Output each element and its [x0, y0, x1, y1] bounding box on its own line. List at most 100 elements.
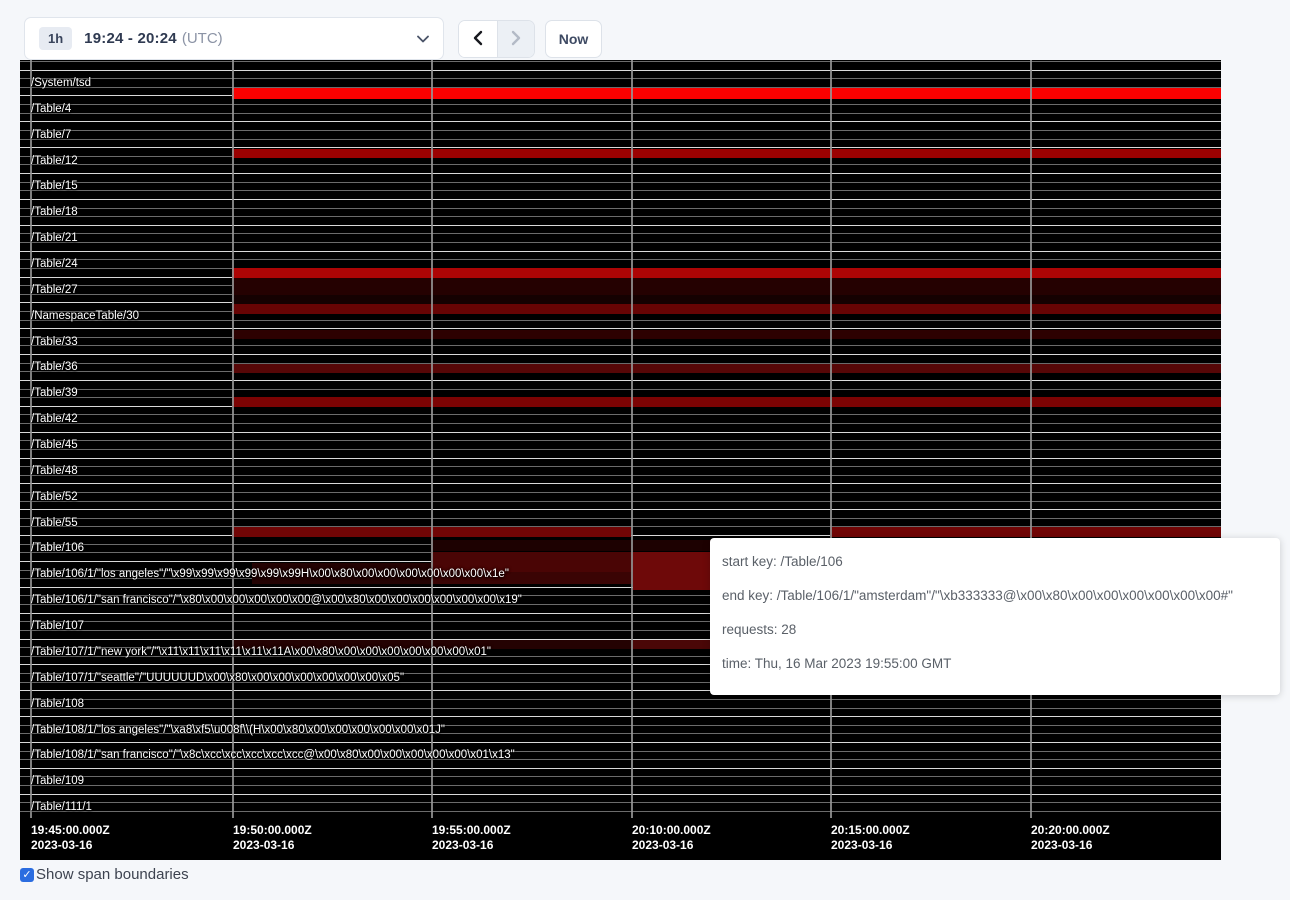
time-gridline — [431, 60, 433, 818]
row-key-label: /Table/108/1/"san francisco"/"\x8c\xcc\x… — [31, 748, 515, 762]
heat-band — [232, 268, 1221, 278]
time-tick-label: 19:50:00.000Z — [233, 823, 312, 837]
span-boundary-line — [20, 466, 1221, 467]
span-boundary-line — [20, 61, 1221, 62]
heatmap-tooltip: start key: /Table/106 end key: /Table/10… — [710, 538, 1280, 695]
time-tick-date: 2023-03-16 — [831, 838, 892, 852]
span-boundary-line — [20, 699, 1221, 700]
span-boundary-line — [20, 251, 1221, 252]
show-span-boundaries-label: Show span boundaries — [36, 866, 189, 883]
span-boundary-line — [20, 389, 1221, 390]
tooltip-start-key: start key: /Table/106 — [722, 545, 1268, 579]
span-boundary-line — [20, 216, 1221, 217]
time-range-badge: 1h — [39, 27, 72, 50]
span-boundary-line — [20, 518, 1221, 519]
heat-band — [232, 278, 1221, 295]
time-range-text: 19:24 - 20:24 — [84, 30, 177, 47]
key-visualizer-heatmap[interactable]: /System/tsd/Table/4/Table/7/Table/12/Tab… — [20, 60, 1221, 860]
row-key-label: /Table/107 — [31, 619, 84, 633]
row-key-label: /Table/18 — [31, 205, 78, 219]
heat-band — [232, 364, 1221, 373]
span-boundary-line — [20, 768, 1221, 769]
span-boundary-line — [20, 794, 1221, 795]
row-key-label: /Table/42 — [31, 412, 78, 426]
span-boundary-line — [20, 475, 1221, 476]
span-boundary-line — [20, 785, 1221, 786]
span-boundary-line — [20, 776, 1221, 777]
row-key-label: /Table/107/1/"seattle"/"UUUUUUD\x00\x80\… — [31, 671, 404, 685]
tooltip-end-key: end key: /Table/106/1/"amsterdam"/"\xb33… — [722, 579, 1268, 613]
time-tick-label: 19:55:00.000Z — [432, 823, 511, 837]
time-tick-date: 2023-03-16 — [233, 838, 294, 852]
time-range-selector[interactable]: 1h 19:24 - 20:24 (UTC) — [24, 17, 444, 60]
span-boundary-line — [20, 113, 1221, 114]
span-boundary-line — [20, 78, 1221, 79]
row-key-label: /Table/12 — [31, 154, 78, 168]
time-gridline — [830, 60, 832, 818]
row-key-label: /Table/106 — [31, 541, 84, 555]
time-tick-date: 2023-03-16 — [432, 838, 493, 852]
span-boundary-line — [20, 432, 1221, 433]
span-boundary-line — [20, 742, 1221, 743]
span-boundary-line — [20, 208, 1221, 209]
span-boundary-line — [20, 501, 1221, 502]
span-boundary-line — [20, 449, 1221, 450]
row-key-label: /Table/21 — [31, 231, 78, 245]
time-nav-group — [458, 20, 535, 58]
row-key-label: /Table/39 — [31, 386, 78, 400]
row-key-label: /Table/7 — [31, 128, 71, 142]
span-boundary-line — [20, 139, 1221, 140]
row-key-label: /Table/15 — [31, 179, 78, 193]
row-key-label: /Table/36 — [31, 360, 78, 374]
row-key-label: /Table/106/1/"san francisco"/"\x80\x00\x… — [31, 593, 522, 607]
show-span-boundaries-checkbox[interactable]: ✓ — [20, 868, 34, 882]
time-tick-label: 20:20:00.000Z — [1031, 823, 1110, 837]
row-key-label: /Table/108/1/"los angeles"/"\xa8\xf5\u00… — [31, 723, 445, 737]
heat-band — [830, 527, 1221, 537]
row-key-label: /Table/52 — [31, 490, 78, 504]
time-gridline — [232, 60, 234, 818]
now-button[interactable]: Now — [545, 20, 602, 58]
time-tick-label: 19:45:00.000Z — [31, 823, 110, 837]
time-tick-label: 20:10:00.000Z — [632, 823, 711, 837]
span-boundary-line — [20, 173, 1221, 174]
prev-time-button[interactable] — [459, 21, 497, 57]
heat-band — [633, 640, 710, 649]
row-key-label: /Table/108 — [31, 697, 84, 711]
time-range-timezone: (UTC) — [182, 30, 223, 47]
span-boundary-line — [20, 802, 1221, 803]
span-boundary-line — [20, 225, 1221, 226]
span-boundary-line — [20, 190, 1221, 191]
span-boundary-line — [20, 130, 1221, 131]
tooltip-requests: requests: 28 — [722, 613, 1268, 647]
span-boundary-line — [20, 320, 1221, 321]
span-boundary-line — [20, 708, 1221, 709]
span-boundary-line — [20, 380, 1221, 381]
time-tick-date: 2023-03-16 — [632, 838, 693, 852]
row-key-label: /Table/27 — [31, 283, 78, 297]
time-tick-date: 2023-03-16 — [31, 838, 92, 852]
span-boundary-line — [20, 233, 1221, 234]
span-boundaries-row: ✓ Show span boundaries — [20, 866, 189, 883]
span-boundary-line — [20, 199, 1221, 200]
tooltip-time: time: Thu, 16 Mar 2023 19:55:00 GMT — [722, 647, 1268, 681]
next-time-button[interactable] — [497, 21, 535, 57]
span-boundary-line — [20, 458, 1221, 459]
chevron-left-icon — [472, 30, 484, 49]
span-boundary-line — [20, 440, 1221, 441]
row-key-label: /Table/45 — [31, 438, 78, 452]
heat-band — [232, 330, 1221, 339]
span-boundary-line — [20, 164, 1221, 165]
span-boundary-line — [20, 354, 1221, 355]
row-key-label: /Table/107/1/"new york"/"\x11\x11\x11\x1… — [31, 645, 491, 659]
row-key-label: /Table/55 — [31, 516, 78, 530]
heat-band — [232, 149, 1221, 158]
row-key-label: /Table/24 — [31, 257, 78, 271]
row-key-label: /Table/4 — [31, 102, 71, 116]
time-gridline — [631, 60, 633, 818]
row-key-label: /System/tsd — [31, 76, 91, 90]
span-boundary-line — [20, 423, 1221, 424]
heat-band — [232, 304, 1221, 314]
span-boundary-line — [20, 121, 1221, 122]
heat-band — [232, 295, 1221, 304]
